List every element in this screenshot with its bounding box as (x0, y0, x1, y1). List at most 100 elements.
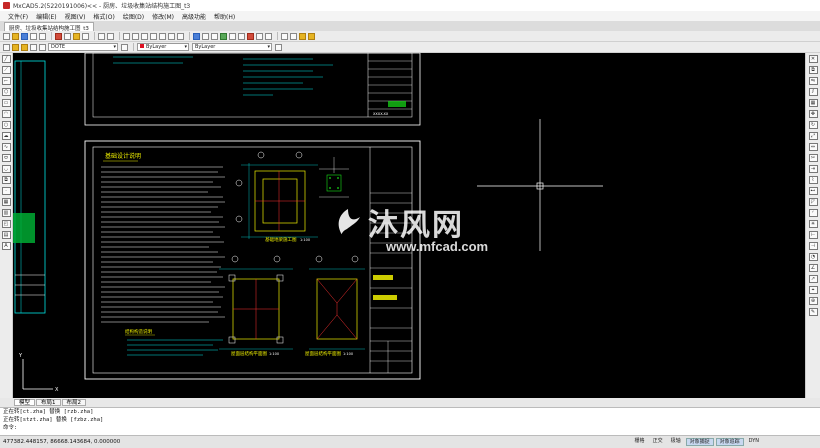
menu-help[interactable]: 帮助(H) (214, 12, 235, 21)
gradient-icon[interactable]: ▥ (1, 209, 11, 217)
otrack-toggle[interactable]: 对象追踪 (715, 438, 744, 446)
chamfer-icon[interactable]: ◸ (808, 198, 818, 206)
layer-select[interactable]: DOTE ▾ (48, 43, 118, 51)
layer-previous-icon[interactable] (121, 43, 128, 51)
zoom-in-icon[interactable] (168, 32, 175, 40)
layer-manager-icon[interactable] (220, 32, 227, 40)
scale-icon[interactable]: ⤢ (808, 132, 818, 140)
move-icon[interactable]: ✥ (808, 110, 818, 118)
design-center-icon[interactable] (202, 32, 209, 40)
cut-icon[interactable] (55, 32, 62, 40)
tab-layout2[interactable]: 布局2 (61, 399, 87, 406)
properties-icon[interactable] (193, 32, 200, 40)
dimension-angle-icon[interactable]: ∠ (808, 264, 818, 272)
pdf-export-icon[interactable] (247, 32, 254, 40)
layer-lock-icon[interactable] (30, 43, 37, 51)
layer-color-icon[interactable] (39, 43, 46, 51)
dimension-radius-icon[interactable]: ◔ (808, 253, 818, 261)
lineweight-icon[interactable] (275, 43, 282, 51)
layer-freeze-icon[interactable] (21, 43, 28, 51)
grid-toggle[interactable]: 栅格 (632, 438, 648, 446)
hatch-icon[interactable]: ▦ (1, 198, 11, 206)
explode-icon[interactable]: ✳ (808, 220, 818, 228)
save-icon[interactable] (21, 32, 28, 40)
offset-icon[interactable]: ⫽ (808, 88, 818, 96)
array-icon[interactable]: ▦ (808, 99, 818, 107)
redo-icon[interactable] (107, 32, 114, 40)
point-icon[interactable]: · (1, 187, 11, 195)
polyline-icon[interactable]: ⌐ (1, 77, 11, 85)
zoom-realtime-icon[interactable] (132, 32, 139, 40)
stretch-icon[interactable]: ⇔ (808, 143, 818, 151)
mirror-icon[interactable]: ⇋ (808, 77, 818, 85)
dimension-aligned-icon[interactable]: ⊣ (808, 242, 818, 250)
tab-model[interactable]: 模型 (14, 399, 36, 406)
help-icon[interactable] (308, 32, 315, 40)
layer-state-icon[interactable] (3, 43, 10, 51)
command-window[interactable]: 正在转[ct.zha] 替换 [rzb.zha] 正在转[stzt.zha] 替… (0, 407, 820, 435)
revision-cloud-icon[interactable]: ☁ (1, 132, 11, 140)
undo-icon[interactable] (98, 32, 105, 40)
drawing-canvas[interactable]: XXXX-XX 基础设计说明 结构构造说明 基础地梁施工图 1:100 屋面层结… (13, 53, 805, 398)
line-icon[interactable]: ╱ (1, 55, 11, 63)
osnap-toggle[interactable]: 对象捕捉 (685, 438, 714, 446)
match-properties-icon[interactable] (82, 32, 89, 40)
leader-icon[interactable]: ↗ (808, 275, 818, 283)
table-draw-icon[interactable]: ▤ (1, 231, 11, 239)
circle-icon[interactable]: ○ (1, 121, 11, 129)
text-style-icon[interactable] (299, 32, 306, 40)
insert-block-icon[interactable]: ⧉ (1, 176, 11, 184)
document-tab[interactable]: 厨房、垃圾收集站结构施工图_t3 (4, 22, 94, 32)
paste-icon[interactable] (73, 32, 80, 40)
trim-icon[interactable]: ✂ (808, 154, 818, 162)
extend-icon[interactable]: ⇥ (808, 165, 818, 173)
menu-file[interactable]: 文件(F) (8, 12, 28, 21)
multiline-text-icon[interactable]: A (1, 242, 11, 250)
new-file-icon[interactable] (3, 32, 10, 40)
menu-modify[interactable]: 修改(M) (152, 12, 174, 21)
print-icon[interactable] (30, 32, 37, 40)
tool-palette-icon[interactable] (211, 32, 218, 40)
dimension-edit-icon[interactable]: ✎ (808, 308, 818, 316)
linetype-select[interactable]: ByLayer ▾ (192, 43, 272, 51)
print-preview-icon[interactable] (39, 32, 46, 40)
ellipse-icon[interactable]: ⬭ (1, 154, 11, 162)
menu-draw[interactable]: 绘图(D) (123, 12, 144, 21)
measure-icon[interactable] (281, 32, 288, 40)
command-prompt[interactable]: 命令: (3, 424, 820, 432)
area-icon[interactable] (290, 32, 297, 40)
image-export-icon[interactable] (256, 32, 263, 40)
ortho-toggle[interactable]: 正交 (650, 438, 666, 446)
erase-icon[interactable]: ✕ (808, 55, 818, 63)
table-icon[interactable] (265, 32, 272, 40)
dimension-linear-icon[interactable]: ⊢ (808, 231, 818, 239)
menu-view[interactable]: 视图(V) (65, 12, 86, 21)
block-icon[interactable] (229, 32, 236, 40)
layer-on-icon[interactable] (12, 43, 19, 51)
open-file-icon[interactable] (12, 32, 19, 40)
ellipse-arc-icon[interactable]: ◡ (1, 165, 11, 173)
tab-layout1[interactable]: 布局1 (36, 399, 61, 406)
menu-format[interactable]: 格式(O) (93, 12, 114, 21)
dyn-toggle[interactable]: DYN (746, 438, 762, 446)
copy-icon[interactable] (64, 32, 71, 40)
region-icon[interactable]: ◰ (1, 220, 11, 228)
menu-advanced[interactable]: 高级功能 (182, 12, 206, 21)
copy-object-icon[interactable]: ⧉ (808, 66, 818, 74)
pan-icon[interactable] (123, 32, 130, 40)
break-icon[interactable]: ⌇ (808, 176, 818, 184)
zoom-extents-icon[interactable] (159, 32, 166, 40)
zoom-out-icon[interactable] (177, 32, 184, 40)
zoom-window-icon[interactable] (141, 32, 148, 40)
menu-edit[interactable]: 编辑(E) (36, 12, 56, 21)
polar-toggle[interactable]: 极轴 (668, 438, 684, 446)
zoom-previous-icon[interactable] (150, 32, 157, 40)
insert-icon[interactable] (238, 32, 245, 40)
rotate-icon[interactable]: ↻ (808, 121, 818, 129)
fillet-icon[interactable]: ◜ (808, 209, 818, 217)
construction-line-icon[interactable]: ⟋ (1, 66, 11, 74)
color-select[interactable]: ByLayer ▾ (137, 43, 189, 51)
rectangle-icon[interactable]: ▭ (1, 99, 11, 107)
polygon-icon[interactable]: ⬡ (1, 88, 11, 96)
tolerance-icon[interactable]: ⌖ (808, 286, 818, 294)
